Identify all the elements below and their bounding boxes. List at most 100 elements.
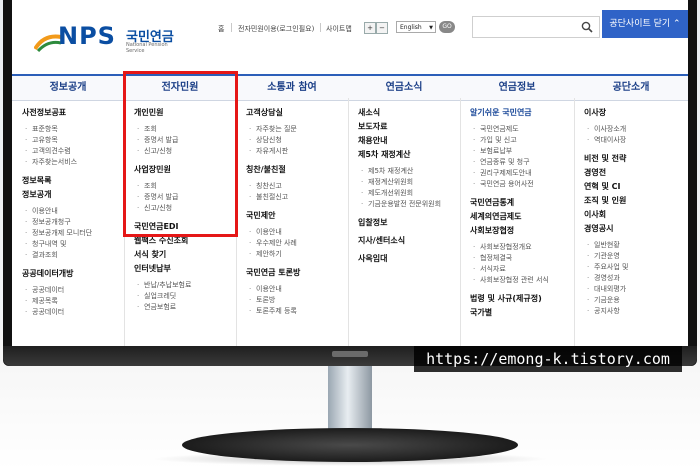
menu-item[interactable]: 제안하기	[246, 249, 300, 260]
menu-item[interactable]: 토론주제 등록	[246, 306, 300, 317]
menu-column-info: 사전정보공표 표준항목 고유항목 고객의견수렴 자주찾는서비스 정보목록 정보공…	[22, 106, 92, 318]
language-go-button[interactable]: GO	[439, 21, 455, 33]
menu-item[interactable]: 제5차 재정계산	[358, 166, 441, 177]
menu-item[interactable]: 제도개선위원회	[358, 188, 441, 199]
menu-heading[interactable]: 세계의연금제도	[470, 210, 549, 224]
menu-item[interactable]: 협정체결국	[470, 253, 549, 264]
menu-item[interactable]: 표준항목	[22, 124, 92, 135]
menu-item[interactable]: 국민연금 용어사전	[470, 179, 549, 190]
util-home-link[interactable]: 홈	[218, 24, 224, 34]
menu-item[interactable]: 기관운영	[584, 251, 628, 262]
menu-item[interactable]: 상담신청	[246, 135, 300, 146]
menu-item[interactable]: 연금보험료	[134, 302, 191, 313]
menu-heading[interactable]: 서식 찾기	[134, 248, 191, 262]
menu-heading[interactable]: 국민연금통계	[470, 196, 549, 210]
menu-item-continued[interactable]: 경영성과	[584, 273, 628, 284]
menu-heading[interactable]: 이사장	[584, 106, 628, 120]
menu-heading[interactable]: 경영전	[584, 166, 628, 180]
menu-item-continued[interactable]: 제공목록	[22, 296, 92, 307]
search-input[interactable]	[472, 16, 600, 38]
gnb-news[interactable]: 연금소식	[348, 76, 460, 100]
menu-heading[interactable]: 법령 및 사규(제규정)	[470, 292, 549, 306]
menu-item[interactable]: 사회보장협정개요	[470, 242, 549, 253]
menu-item[interactable]: 토론방	[246, 295, 300, 306]
menu-item[interactable]: 기금운용	[584, 295, 628, 306]
gnb-communication[interactable]: 소통과 참여	[236, 76, 348, 100]
menu-item[interactable]: 청구내역 및	[22, 239, 92, 250]
menu-item[interactable]: 자주찾는서비스	[22, 157, 92, 168]
menu-item[interactable]: 자주찾는 질문	[246, 124, 300, 135]
menu-item[interactable]: 칭찬신고	[246, 181, 300, 192]
gnb-info-disclosure[interactable]: 정보공개	[12, 76, 124, 100]
menu-heading[interactable]: 고객상담실	[246, 106, 300, 120]
util-eservice-link[interactable]: 전자민원이용(로그인필요)	[238, 24, 314, 34]
language-select[interactable]: English ▼	[396, 21, 436, 33]
menu-heading[interactable]: 국민제안	[246, 209, 300, 223]
menu-item[interactable]: 주요사업 및	[584, 262, 628, 273]
gnb-about[interactable]: 공단소개	[574, 76, 688, 100]
menu-item[interactable]: 대내외평가	[584, 284, 628, 295]
menu-item[interactable]: 연금종류 및 청구	[470, 157, 549, 168]
menu-item[interactable]: 우수제안 사례	[246, 238, 300, 249]
menu-item[interactable]: 이용안내	[246, 227, 300, 238]
menu-item[interactable]: 재정계산위원회	[358, 177, 441, 188]
menu-heading[interactable]: 사회보장협정	[470, 224, 549, 238]
menu-heading[interactable]: 국가별	[470, 306, 549, 320]
menu-heading[interactable]: 국민연금 토론방	[246, 266, 300, 280]
menu-item[interactable]: 반납/추납보험료	[134, 280, 191, 291]
menu-heading[interactable]: 정보목록	[22, 174, 92, 188]
menu-item[interactable]: 권리구제제도안내	[470, 168, 549, 179]
menu-item[interactable]: 역대이사장	[584, 135, 628, 146]
menu-item[interactable]: 이용안내	[246, 284, 300, 295]
menu-item[interactable]: 가입 및 신고	[470, 135, 549, 146]
menu-item[interactable]: 공지사항	[584, 306, 628, 317]
menu-heading[interactable]: 제5차 재정계산	[358, 148, 441, 162]
menu-item[interactable]: 기금운용발전 전문위원회	[358, 199, 441, 210]
zoom-out-button[interactable]: −	[376, 22, 388, 34]
util-separator	[320, 23, 321, 32]
menu-item[interactable]: 이사장소개	[584, 124, 628, 135]
menu-item[interactable]: 정보공개제 모니터단	[22, 228, 92, 239]
menu-heading[interactable]: 조직 및 인원	[584, 194, 628, 208]
menu-item[interactable]: 고유항목	[22, 135, 92, 146]
menu-item-continued[interactable]: 결과조회	[22, 250, 92, 261]
menu-item[interactable]: 정보공개청구	[22, 217, 92, 228]
menu-heading[interactable]: 지사/센터소식	[358, 234, 441, 248]
menu-column-pension-info: 알기쉬운 국민연금 국민연금제도 가입 및 신고 보험료납부 연금종류 및 청구…	[470, 106, 549, 320]
menu-item[interactable]: 고객의견수렴	[22, 146, 92, 157]
menu-item[interactable]: 국민연금제도	[470, 124, 549, 135]
menu-heading[interactable]: 인터넷납부	[134, 262, 191, 276]
menu-item[interactable]: 이용안내	[22, 206, 92, 217]
menu-item[interactable]: 일반현황	[584, 240, 628, 251]
menu-item[interactable]: 자유게시판	[246, 146, 300, 157]
menu-heading[interactable]: 새소식	[358, 106, 441, 120]
search-icon[interactable]	[581, 21, 593, 33]
zoom-in-button[interactable]: +	[364, 22, 376, 34]
menu-heading[interactable]: 칭찬/불친절	[246, 163, 300, 177]
menu-item[interactable]: 실업크레딧	[134, 291, 191, 302]
corp-sites-button[interactable]: 공단사이트 닫기 ⌃	[602, 10, 688, 38]
menu-heading[interactable]: 공공데이터개방	[22, 267, 92, 281]
screen: NPS 국민연금 National Pension Service 홈 전자민원…	[12, 0, 688, 346]
menu-heading[interactable]: 사옥임대	[358, 252, 441, 266]
menu-item[interactable]: 공공데이터	[22, 307, 92, 318]
menu-item[interactable]: 불친절신고	[246, 192, 300, 203]
menu-heading[interactable]: 이사회	[584, 208, 628, 222]
util-sitemap-link[interactable]: 사이트맵	[326, 24, 352, 34]
menu-heading[interactable]: 정보공개	[22, 188, 92, 202]
menu-item[interactable]: 서식자료	[470, 264, 549, 275]
menu-heading[interactable]: 경영공시	[584, 222, 628, 236]
menu-heading[interactable]: 연혁 및 CI	[584, 180, 628, 194]
menu-heading[interactable]: 사전정보공표	[22, 106, 92, 120]
menu-item[interactable]: 사회보장협정 관련 서식	[470, 275, 549, 286]
menu-heading[interactable]: 알기쉬운 국민연금	[470, 106, 549, 120]
menu-heading[interactable]: 채용안내	[358, 134, 441, 148]
menu-heading[interactable]: 입찰정보	[358, 216, 441, 230]
menu-heading[interactable]: 보도자료	[358, 120, 441, 134]
menu-item[interactable]: 보험료납부	[470, 146, 549, 157]
menu-heading[interactable]: 비전 및 전략	[584, 152, 628, 166]
gnb-pension-info[interactable]: 연금정보	[460, 76, 574, 100]
menu-item[interactable]: 공공데이터	[22, 285, 92, 296]
site-logo[interactable]: NPS 국민연금 National Pension Service	[34, 22, 184, 60]
logo-brand: NPS	[58, 22, 116, 50]
